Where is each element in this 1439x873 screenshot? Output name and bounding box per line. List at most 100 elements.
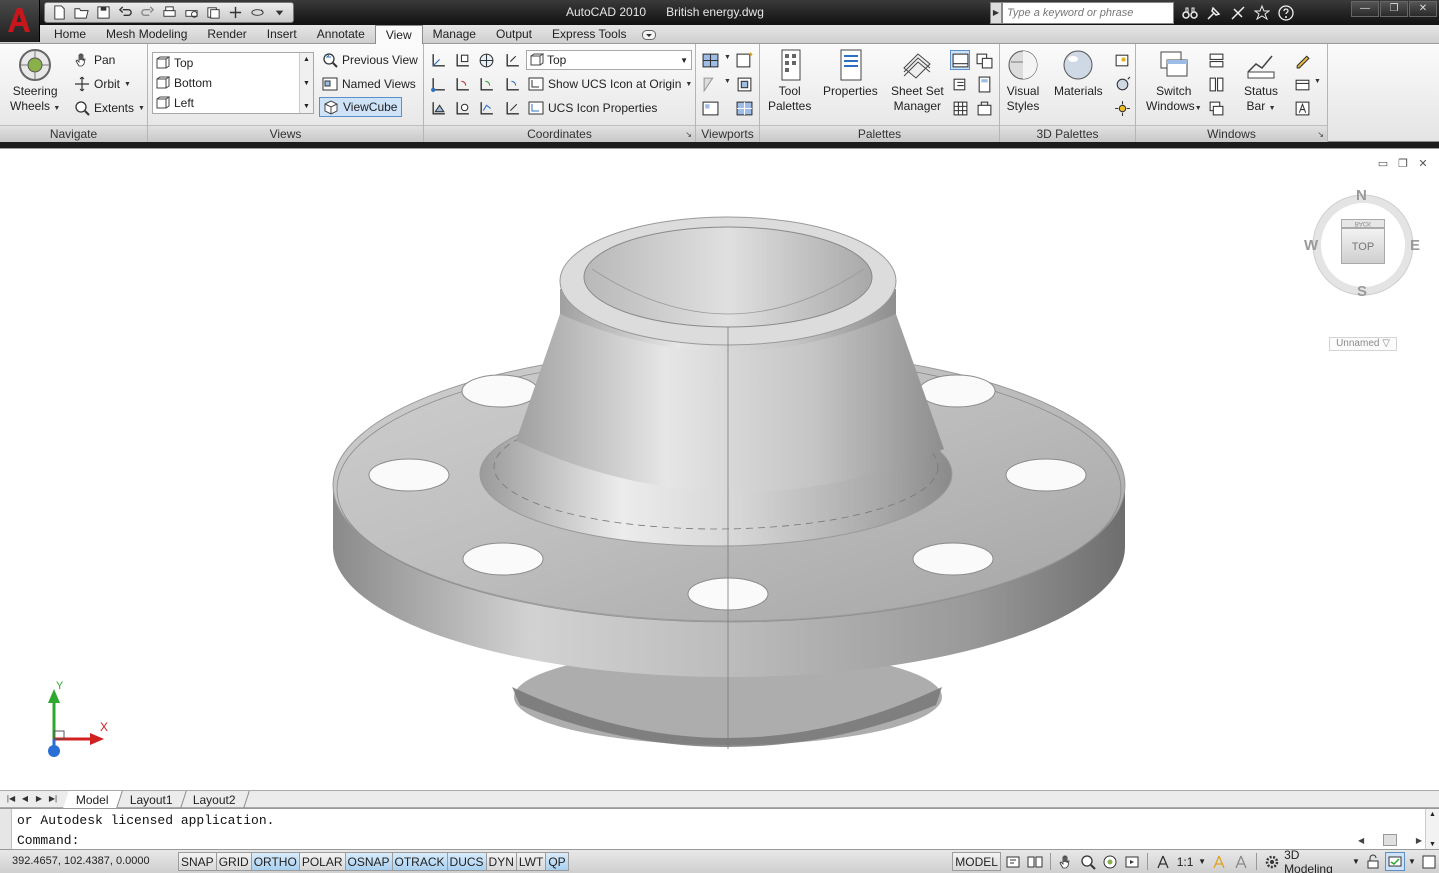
- help-icon[interactable]: [1276, 3, 1296, 23]
- tab-output[interactable]: Output: [486, 25, 542, 44]
- sun-properties-icon[interactable]: [1112, 98, 1132, 118]
- view-item-left[interactable]: Left: [153, 93, 313, 113]
- annotation-visibility-icon[interactable]: [1209, 852, 1229, 871]
- ucs-previous-icon[interactable]: [502, 50, 522, 70]
- tab-mesh-modeling[interactable]: Mesh Modeling: [96, 25, 197, 44]
- scroll-thumb[interactable]: [1383, 834, 1397, 846]
- command-line-palette-icon[interactable]: [950, 50, 970, 70]
- view-item-bottom[interactable]: Bottom: [153, 73, 313, 93]
- command-vertical-scroll[interactable]: ▲ ▼: [1425, 809, 1439, 850]
- redo-icon[interactable]: [137, 4, 157, 22]
- annotation-scale-icon[interactable]: [1153, 852, 1173, 871]
- toolbars-icon[interactable]: [1292, 74, 1312, 94]
- chevron-down-icon[interactable]: ▼: [724, 54, 731, 61]
- view-item-top[interactable]: Top: [153, 53, 313, 73]
- toggle-polar[interactable]: POLAR: [298, 852, 345, 871]
- ribbon-minimize-icon[interactable]: [637, 25, 661, 44]
- binoculars-icon[interactable]: [1180, 3, 1200, 23]
- chevron-down-icon[interactable]: ▼: [1314, 78, 1321, 85]
- toggle-otrack[interactable]: OTRACK: [391, 852, 447, 871]
- command-line-grip[interactable]: [0, 809, 12, 850]
- ucs-x-rotate-icon[interactable]: [452, 74, 472, 94]
- first-layout-icon[interactable]: |◀: [5, 792, 17, 806]
- workspace-switcher[interactable]: 3D Modeling: [1284, 848, 1349, 873]
- scroll-left-icon[interactable]: ◀: [1358, 836, 1364, 845]
- viewcube[interactable]: N S E W BACK TOP: [1300, 187, 1426, 303]
- toggle-grid[interactable]: GRID: [215, 852, 251, 871]
- ucs-icon-properties-button[interactable]: UCS Icon Properties: [528, 100, 657, 116]
- properties-button[interactable]: Properties: [823, 48, 878, 99]
- open-folder-icon[interactable]: [71, 4, 91, 22]
- tab-render[interactable]: Render: [197, 25, 256, 44]
- tile-vertically-icon[interactable]: [1206, 74, 1226, 94]
- quick-view-layouts-icon[interactable]: [1003, 852, 1023, 871]
- scroll-up-icon[interactable]: ▲: [303, 56, 310, 63]
- tab-view[interactable]: View: [374, 25, 423, 45]
- steering-wheel-status-icon[interactable]: [1100, 852, 1120, 871]
- markup-set-icon[interactable]: [950, 74, 970, 94]
- ucs-view-combo[interactable]: Top ▼: [526, 50, 692, 70]
- extents-button[interactable]: Extents ▼: [74, 100, 145, 116]
- command-line[interactable]: or Autodesk licensed application. Comman…: [0, 808, 1439, 850]
- scroll-right-icon[interactable]: ▶: [1416, 836, 1422, 845]
- design-center-icon[interactable]: [974, 50, 994, 70]
- command-prompt[interactable]: Command:: [17, 833, 79, 848]
- ucs-object-icon[interactable]: [452, 98, 472, 118]
- pan-status-icon[interactable]: [1056, 852, 1076, 871]
- favorites-star-icon[interactable]: [1252, 3, 1272, 23]
- dbconnect-icon[interactable]: [950, 98, 970, 118]
- wcs-menu[interactable]: Unnamed ▽: [1329, 337, 1397, 351]
- clean-screen-icon[interactable]: [1419, 852, 1439, 871]
- viewport-clip-icon[interactable]: [700, 74, 720, 94]
- compass-east[interactable]: E: [1410, 237, 1420, 254]
- zoom-status-icon[interactable]: [1078, 852, 1098, 871]
- new-viewport-icon[interactable]: [734, 50, 754, 70]
- toggle-ducs[interactable]: DUCS: [446, 852, 486, 871]
- viewcube-back-face[interactable]: BACK: [1341, 219, 1385, 228]
- toggle-qp[interactable]: QP: [545, 852, 569, 871]
- external-references-icon[interactable]: [974, 98, 994, 118]
- coordinate-readout[interactable]: 392.4657, 102.4387, 0.0000: [12, 855, 150, 867]
- minimize-button[interactable]: —: [1351, 1, 1379, 17]
- viewcube-top-face[interactable]: TOP: [1341, 228, 1385, 264]
- layout-tab-layout1[interactable]: Layout1: [116, 791, 187, 808]
- ucs-origin-icon[interactable]: [428, 74, 448, 94]
- viewport-join-icon[interactable]: [700, 98, 720, 118]
- layout-tab-model[interactable]: Model: [63, 791, 123, 808]
- tile-horizontally-icon[interactable]: [1206, 50, 1226, 70]
- ucs-world-icon[interactable]: [452, 50, 472, 70]
- 3d-orbit-icon[interactable]: [247, 4, 267, 22]
- annotation-scale-value[interactable]: 1:1: [1175, 852, 1195, 871]
- hardware-acceleration-icon[interactable]: [1385, 852, 1406, 871]
- switch-windows-button[interactable]: Switch Windows▼: [1146, 48, 1202, 116]
- model-space-button[interactable]: MODEL: [952, 852, 1002, 871]
- compass-north[interactable]: N: [1356, 187, 1367, 204]
- orbit-button[interactable]: Orbit ▼: [74, 76, 131, 92]
- tab-home[interactable]: Home: [44, 25, 96, 44]
- lock-ui-pencil-icon[interactable]: [1292, 50, 1312, 70]
- toggle-ortho[interactable]: ORTHO: [250, 852, 299, 871]
- workspace-gear-icon[interactable]: [1262, 852, 1282, 871]
- compass-south[interactable]: S: [1357, 283, 1367, 300]
- chevron-down-icon[interactable]: ▼: [1407, 852, 1417, 871]
- steering-wheels-button[interactable]: Steering Wheels ▼: [10, 48, 60, 116]
- ucs-3point-icon[interactable]: [476, 98, 496, 118]
- undo-icon[interactable]: [115, 4, 135, 22]
- communication-icon[interactable]: [1228, 3, 1248, 23]
- ucs-icon[interactable]: [428, 50, 448, 70]
- command-horizontal-scroll[interactable]: ◀ ▶: [1358, 833, 1422, 847]
- previous-view-button[interactable]: Previous View: [322, 52, 418, 68]
- visual-styles-button[interactable]: Visual Styles: [1006, 48, 1040, 114]
- ucs-zaxis-icon[interactable]: [502, 98, 522, 118]
- qat-dropdown-icon[interactable]: [269, 4, 289, 22]
- match-properties-icon[interactable]: [225, 4, 245, 22]
- layout-tab-layout2[interactable]: Layout2: [180, 791, 250, 808]
- drawing-canvas[interactable]: ▭ ❐ ✕ N S E W BACK TOP Unnamed ▽ Y X: [0, 148, 1439, 790]
- toggle-lwt[interactable]: LWT: [515, 852, 546, 871]
- gallery-expand-icon[interactable]: ▼: [303, 103, 310, 110]
- quickcalc-icon[interactable]: [974, 74, 994, 94]
- plot-icon[interactable]: [159, 4, 179, 22]
- status-bar-button[interactable]: Status Bar ▼: [1244, 48, 1278, 116]
- scroll-down-icon[interactable]: ▼: [303, 80, 310, 87]
- viewport-config-icon[interactable]: [700, 50, 720, 70]
